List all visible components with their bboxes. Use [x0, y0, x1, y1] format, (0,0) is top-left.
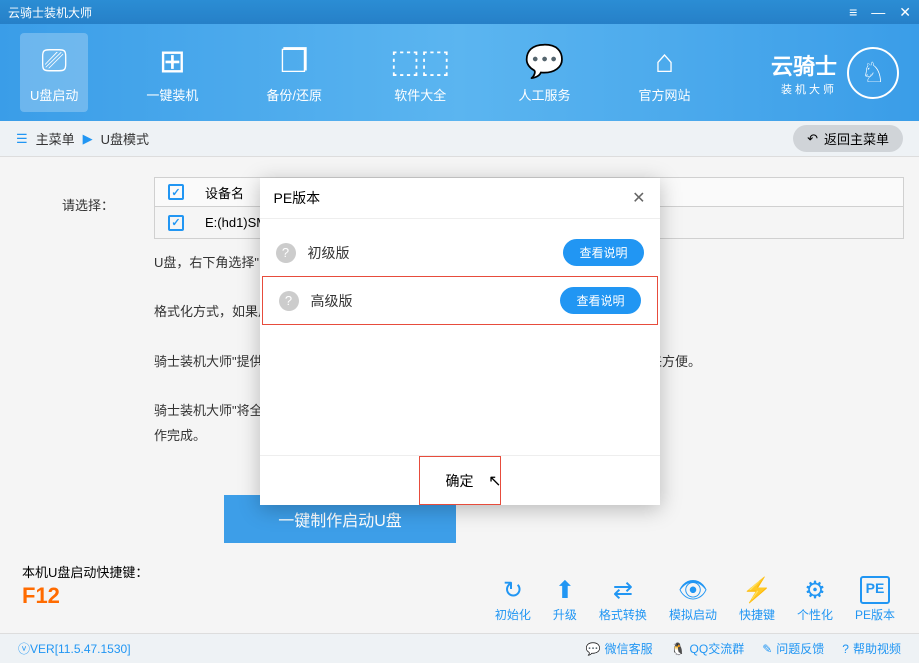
version-row-basic[interactable]: ? 初级版 查看说明	[260, 229, 660, 276]
view-details-button-1[interactable]: 查看说明	[563, 239, 643, 266]
chevron-right-icon: ▶	[83, 131, 93, 147]
modal-title: PE版本	[274, 188, 321, 208]
logo-knight-icon: ♘	[847, 47, 899, 99]
nav-backup[interactable]: ❐ 备份/还原	[256, 33, 332, 112]
logo: 云骑士 装机大师 ♘	[771, 47, 899, 99]
grid-icon: ⬚⬚	[390, 41, 450, 81]
app-title: 云骑士装机大师	[8, 4, 92, 21]
modal-header: PE版本 ✕	[260, 178, 660, 219]
menu-list-icon: ☰	[16, 131, 28, 147]
usb-icon: ⎚	[41, 41, 67, 81]
version-row-advanced[interactable]: ? 高级版 查看说明	[262, 276, 658, 325]
back-button[interactable]: ↶ 返回主菜单	[793, 125, 903, 152]
wechat-icon: 💬	[586, 642, 601, 656]
copy-icon: ❐	[280, 41, 309, 81]
feedback[interactable]: ✎问题反馈	[762, 640, 824, 657]
back-arrow-icon: ↶	[807, 131, 818, 147]
breadcrumb: ☰ 主菜单 ▶ U盘模式 ↶ 返回主菜单	[0, 121, 919, 157]
wechat-support[interactable]: 💬微信客服	[586, 640, 653, 657]
titlebar: 云骑士装机大师 ≡ — ✕	[0, 0, 919, 24]
help-circle-icon: ?	[276, 243, 296, 263]
nav-one-click[interactable]: ⊞ 一键装机	[136, 33, 208, 112]
pe-version-modal: PE版本 ✕ ? 初级版 查看说明 ? 高级版 查看说明 确定 ↖	[260, 178, 660, 505]
modal-close-button[interactable]: ✕	[632, 188, 645, 208]
qq-group[interactable]: 🐧QQ交流群	[671, 640, 745, 657]
help-video[interactable]: ?帮助视频	[842, 640, 901, 657]
nav-service[interactable]: 💬 人工服务	[509, 33, 581, 112]
windows-icon: ⊞	[159, 41, 186, 81]
view-details-button-2[interactable]: 查看说明	[560, 287, 640, 314]
titlebar-controls: ≡ — ✕	[849, 4, 911, 21]
minimize-icon[interactable]: —	[871, 4, 885, 21]
version-icon: ⓥ	[18, 640, 30, 657]
cursor-icon: ↖	[488, 471, 501, 491]
chat-icon: 💬	[525, 41, 565, 81]
qq-icon: 🐧	[671, 642, 686, 656]
modal-footer: 确定 ↖	[260, 455, 660, 505]
help-circle-icon: ?	[279, 291, 299, 311]
statusbar: ⓥ VER[11.5.47.1530] 💬微信客服 🐧QQ交流群 ✎问题反馈 ?…	[0, 633, 919, 663]
version-text[interactable]: VER[11.5.47.1530]	[30, 642, 131, 656]
home-icon: ⌂	[655, 41, 674, 81]
modal-overlay: PE版本 ✕ ? 初级版 查看说明 ? 高级版 查看说明 确定 ↖	[0, 156, 919, 633]
confirm-button[interactable]: 确定 ↖	[419, 456, 501, 505]
nav-website[interactable]: ⌂ 官方网站	[629, 33, 701, 112]
nav-usb-boot[interactable]: ⎚ U盘启动	[20, 33, 88, 112]
header: ⎚ U盘启动 ⊞ 一键装机 ❐ 备份/还原 ⬚⬚ 软件大全 💬 人工服务 ⌂ 官…	[0, 24, 919, 121]
breadcrumb-sub: U盘模式	[101, 129, 149, 148]
breadcrumb-main[interactable]: 主菜单	[36, 129, 75, 148]
menu-icon[interactable]: ≡	[849, 4, 857, 21]
help-icon: ?	[842, 642, 849, 656]
feedback-icon: ✎	[762, 642, 772, 656]
close-icon[interactable]: ✕	[899, 4, 911, 21]
nav-software[interactable]: ⬚⬚ 软件大全	[380, 33, 460, 112]
